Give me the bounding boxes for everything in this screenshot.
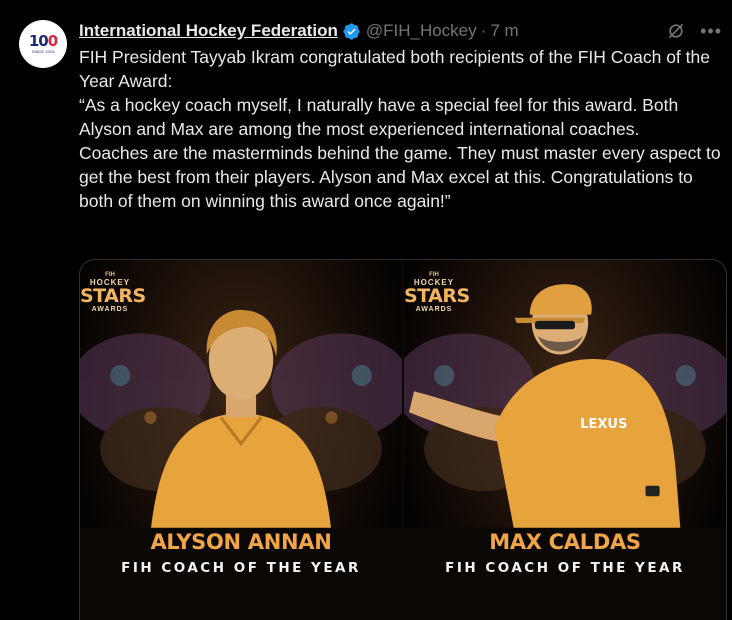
author-avatar[interactable]: 100 SINCE 1924 — [19, 20, 67, 68]
hockey-stars-logo: FIH HOCKEY STARS AWARDS — [404, 272, 470, 313]
tweet-timestamp[interactable]: 7 m — [490, 21, 518, 41]
tweet-paragraph: FIH President Tayyab Ikram congratulated… — [79, 47, 710, 91]
avatar-badge-number: 100 — [28, 31, 58, 50]
logo-stars-text: STARS — [80, 285, 146, 307]
author-name[interactable]: International Hockey Federation — [79, 21, 338, 41]
avatar-badge-caption: SINCE 1924 — [31, 48, 55, 54]
tweet-media[interactable]: FIH HOCKEY STARS AWARDS ALYSON ANNAN FIH… — [79, 259, 727, 620]
recipient-name: ALYSON ANNAN — [150, 530, 332, 554]
logo-awards-text: AWARDS — [415, 306, 453, 313]
award-title: FIH COACH OF THE YEAR — [445, 560, 685, 576]
hockey-stars-logo: FIH HOCKEY STARS AWARDS — [80, 272, 146, 313]
author-handle[interactable]: @FIH_Hockey — [366, 21, 477, 41]
tweet-paragraph: “As a hockey coach myself, I naturally h… — [79, 95, 679, 139]
award-image-caldas[interactable]: LEXUS FIH HOCKEY STARS AWARDS MAX CALDAS… — [404, 260, 726, 620]
award-caption: ALYSON ANNAN FIH COACH OF THE YEAR — [80, 530, 402, 576]
award-caption: MAX CALDAS FIH COACH OF THE YEAR — [404, 530, 726, 576]
tweet-paragraph: Coaches are the masterminds behind the g… — [79, 143, 721, 211]
grok-icon[interactable] — [666, 21, 686, 41]
tweet-header: International Hockey Federation @FIH_Hoc… — [79, 20, 722, 42]
verified-badge-icon[interactable] — [342, 22, 361, 41]
logo-awards-text: AWARDS — [91, 306, 129, 313]
svg-text:LEXUS: LEXUS — [580, 417, 627, 432]
award-image-annan[interactable]: FIH HOCKEY STARS AWARDS ALYSON ANNAN FIH… — [80, 260, 402, 620]
logo-stars-text: STARS — [404, 285, 470, 307]
award-title: FIH COACH OF THE YEAR — [121, 560, 361, 576]
header-separator: · — [480, 21, 487, 40]
tweet-text: FIH President Tayyab Ikram congratulated… — [79, 45, 725, 213]
more-icon[interactable]: ••• — [700, 21, 722, 42]
recipient-name: MAX CALDAS — [489, 530, 641, 554]
